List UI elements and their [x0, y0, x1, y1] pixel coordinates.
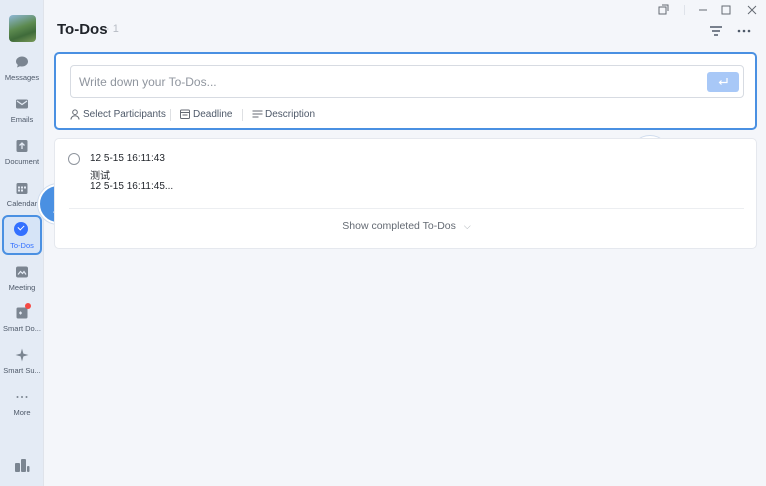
todo-input-box — [70, 65, 744, 98]
sidebar: Messages Emails Document Calendar To-Dos… — [0, 0, 44, 486]
sidebar-item-label: To-Dos — [10, 241, 34, 250]
page-title: To-Dos — [57, 21, 108, 38]
todo-count: · 1 — [106, 23, 119, 35]
minimize-icon[interactable] — [697, 4, 709, 16]
todo-input[interactable] — [79, 66, 699, 97]
avatar[interactable] — [9, 15, 36, 42]
todo-list-card: 12 5-15 16:11:43 测试 12 5-15 16:11:45... … — [54, 138, 757, 249]
sidebar-item-label: Document — [4, 157, 40, 166]
enter-icon — [718, 78, 728, 85]
task-title[interactable]: 12 5-15 16:11:43 — [90, 153, 165, 164]
todo-input-card: Select Participants Deadline Description — [54, 52, 757, 130]
message-bubble-icon — [16, 56, 28, 68]
show-completed-label: Show completed To-Dos — [342, 220, 456, 232]
todo-check-icon — [14, 222, 28, 236]
sidebar-item-label: Meeting — [8, 283, 36, 292]
sidebar-item-label: More — [13, 408, 31, 417]
select-participants-label: Select Participants — [83, 109, 166, 120]
mail-icon — [16, 99, 28, 109]
meeting-icon — [16, 266, 28, 278]
pin-window-icon[interactable] — [657, 4, 669, 16]
show-completed-button[interactable]: Show completed To-Dos ⌵ — [55, 220, 758, 232]
close-icon[interactable] — [746, 4, 758, 16]
task-complete-checkbox[interactable] — [68, 153, 80, 165]
sidebar-item-more[interactable]: More — [0, 390, 44, 432]
sidebar-item-label: Messages — [4, 73, 40, 82]
option-divider — [242, 109, 243, 121]
sidebar-item-label: Emails — [10, 115, 34, 124]
sidebar-item-messages[interactable]: Messages — [0, 55, 44, 97]
lines-icon — [252, 110, 263, 118]
sidebar-item-smart-doc[interactable]: Smart Do... — [0, 306, 44, 348]
notification-dot — [25, 303, 31, 309]
sidebar-item-document[interactable]: Document — [0, 139, 44, 181]
maximize-icon[interactable] — [720, 4, 732, 16]
deadline-label: Deadline — [193, 109, 233, 120]
description-label: Description — [265, 109, 316, 120]
option-divider — [170, 109, 171, 121]
window-divider — [684, 5, 685, 15]
app-store-icon[interactable] — [14, 458, 30, 472]
filter-icon[interactable] — [709, 24, 723, 38]
more-options-icon[interactable] — [737, 24, 751, 38]
list-divider — [69, 208, 744, 209]
person-icon — [70, 109, 80, 120]
send-button[interactable] — [707, 72, 739, 92]
more-dots-icon — [16, 396, 28, 398]
document-icon — [16, 140, 28, 152]
task-note: 测试 — [90, 171, 110, 182]
calendar-small-icon — [180, 109, 190, 119]
sidebar-item-label: Smart Do... — [3, 324, 41, 333]
calendar-icon — [16, 183, 28, 194]
sidebar-item-smart-summary[interactable]: Smart Su... — [0, 348, 44, 390]
sparkle-icon — [15, 348, 29, 362]
sidebar-item-emails[interactable]: Emails — [0, 97, 44, 139]
sidebar-item-label: Smart Su... — [3, 366, 41, 375]
sidebar-item-meeting[interactable]: Meeting — [0, 265, 44, 307]
chevron-down-icon: ⌵ — [463, 221, 471, 231]
task-detail: 12 5-15 16:11:45... — [90, 181, 174, 192]
